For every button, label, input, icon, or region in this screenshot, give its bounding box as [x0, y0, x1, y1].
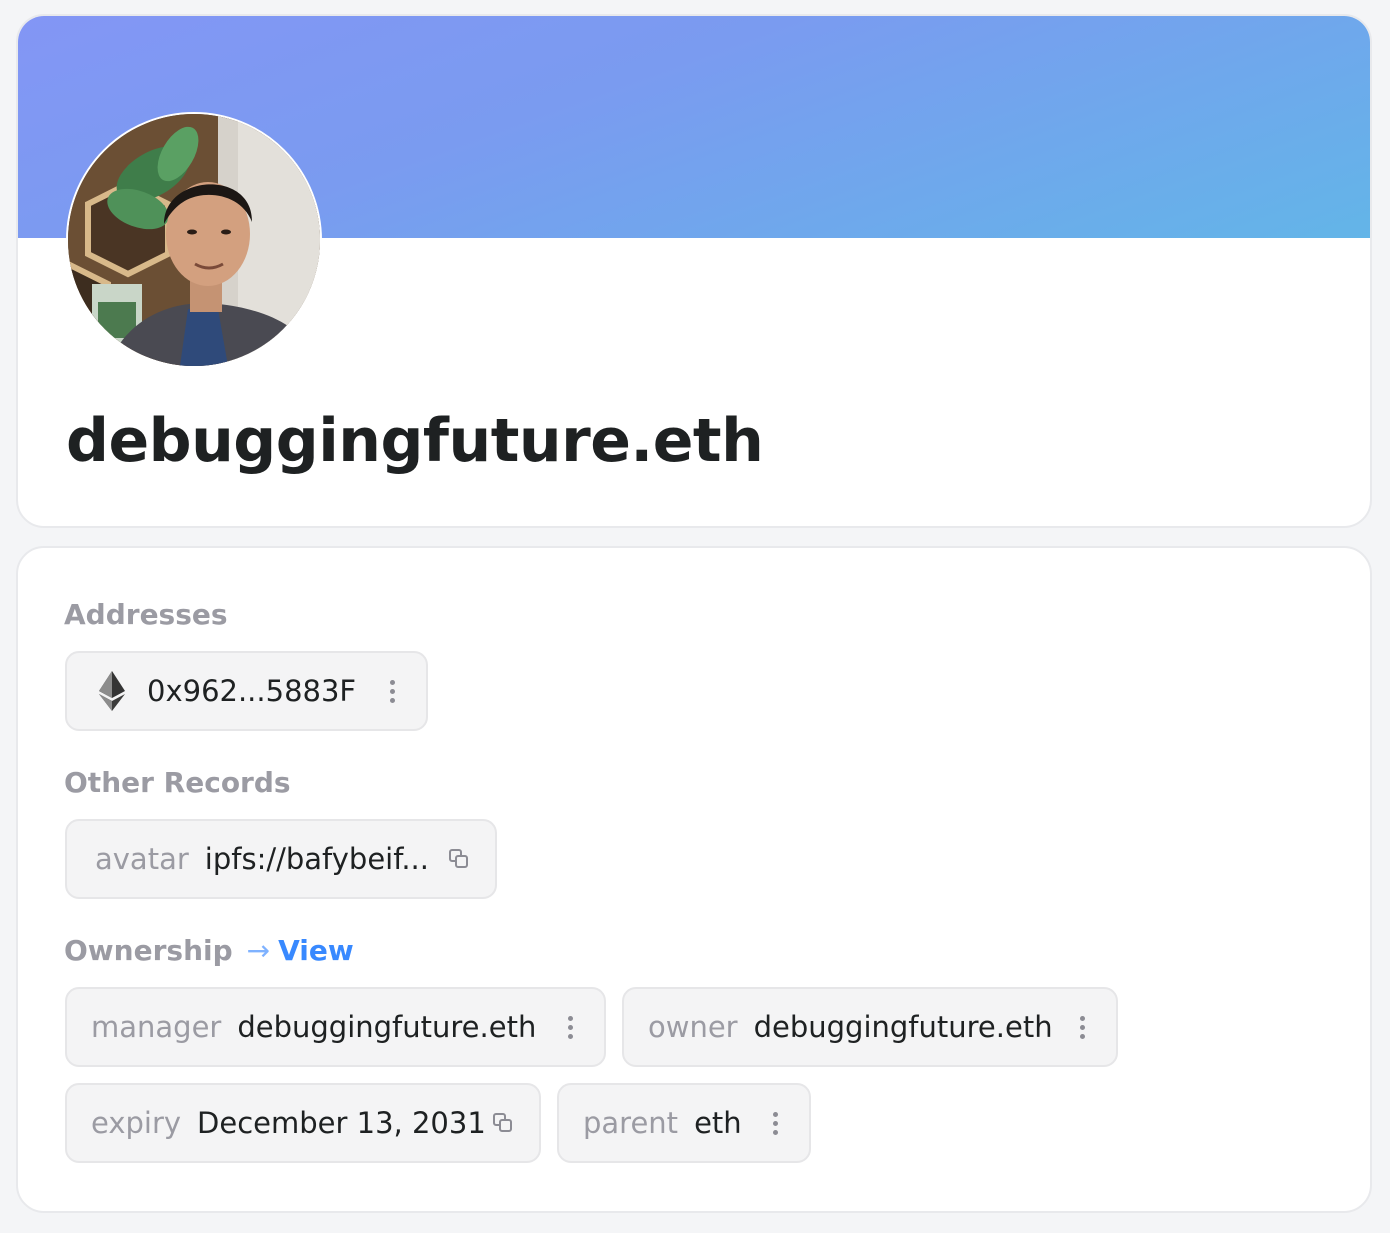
- owner-key: owner: [648, 1010, 738, 1044]
- ownership-view-link[interactable]: → View: [247, 934, 354, 967]
- manager-key: manager: [91, 1010, 222, 1044]
- ethereum-icon: [99, 671, 125, 711]
- avatar-record-pill[interactable]: avatar ipfs://bafybeif...: [65, 819, 497, 899]
- parent-key: parent: [583, 1106, 679, 1140]
- address-value: 0x962...5883F: [147, 674, 357, 708]
- addresses-heading: Addresses: [64, 598, 228, 631]
- address-eth-pill[interactable]: 0x962...5883F: [65, 651, 428, 731]
- expiry-value: December 13, 2031: [197, 1106, 486, 1140]
- other-records-heading-text: Other Records: [64, 766, 291, 799]
- expiry-key: expiry: [91, 1106, 182, 1140]
- parent-value: eth: [694, 1106, 742, 1140]
- view-link-text: View: [278, 934, 354, 967]
- avatar-photo: [68, 114, 320, 366]
- more-options-icon[interactable]: [382, 679, 402, 703]
- profile-name: debuggingfuture.eth: [66, 406, 764, 476]
- copy-icon[interactable]: [447, 847, 471, 871]
- owner-pill[interactable]: owner debuggingfuture.eth: [622, 987, 1118, 1067]
- addresses-heading-text: Addresses: [64, 598, 228, 631]
- more-options-icon[interactable]: [765, 1111, 785, 1135]
- ownership-heading: Ownership → View: [64, 934, 354, 967]
- parent-pill[interactable]: parent eth: [557, 1083, 811, 1163]
- avatar-record-value: ipfs://bafybeif...: [204, 842, 429, 876]
- more-options-icon[interactable]: [1072, 1015, 1092, 1039]
- copy-icon[interactable]: [491, 1111, 515, 1135]
- profile-card: debuggingfuture.eth: [16, 14, 1372, 528]
- profile-avatar: [66, 112, 322, 368]
- arrow-right-icon: →: [246, 934, 271, 967]
- owner-value: debuggingfuture.eth: [753, 1010, 1053, 1044]
- other-records-heading: Other Records: [64, 766, 291, 799]
- more-options-icon[interactable]: [560, 1015, 580, 1039]
- ownership-heading-text: Ownership: [64, 934, 233, 967]
- manager-value: debuggingfuture.eth: [237, 1010, 537, 1044]
- manager-pill[interactable]: manager debuggingfuture.eth: [65, 987, 606, 1067]
- expiry-pill[interactable]: expiry December 13, 2031: [65, 1083, 541, 1163]
- avatar-record-key: avatar: [95, 842, 189, 876]
